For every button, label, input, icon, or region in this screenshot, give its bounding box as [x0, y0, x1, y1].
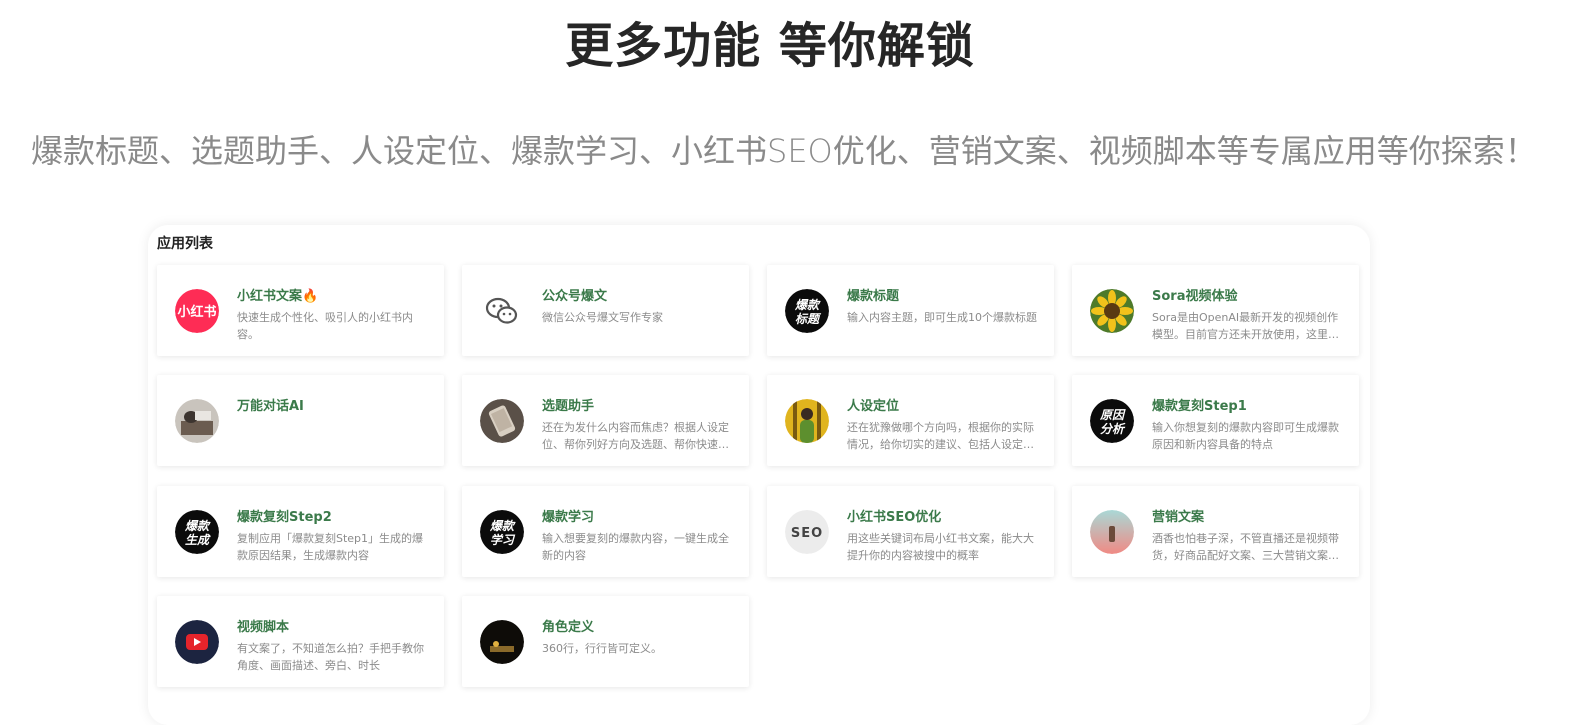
svg-text:学习: 学习	[490, 533, 516, 547]
page-title: 更多功能 等你解锁	[565, 18, 975, 74]
video-play-icon	[175, 620, 219, 664]
app-card-viral-title[interactable]: 爆款 标题 爆款标题 输入内容主题，即可生成10个爆款标题	[767, 265, 1054, 356]
xiaohongshu-logo-icon: 小红书	[175, 289, 219, 333]
app-title: 公众号爆文	[542, 289, 608, 304]
svg-text:爆款: 爆款	[489, 519, 516, 533]
app-title: 小红书文案🔥	[237, 289, 319, 304]
app-description: 输入你想复刻的爆款内容即可生成爆款原因和新内容具备的特点	[1152, 421, 1339, 451]
app-title: 爆款标题	[847, 289, 900, 304]
app-card-wechat-article[interactable]: 公众号爆文 微信公众号爆文写作专家	[462, 265, 749, 356]
app-description: 输入想要复刻的爆款内容，一键生成全新的内容	[542, 532, 729, 562]
app-title: 爆款学习	[542, 510, 595, 525]
app-card-viral-learning[interactable]: 爆款 学习 爆款学习 输入想要复刻的爆款内容，一键生成全新的内容	[462, 486, 749, 577]
app-description: 复制应用「爆款复刻Step1」生成的爆款原因结果，生成爆款内容	[237, 532, 424, 562]
role-photo-icon	[480, 620, 524, 664]
app-title: 爆款复刻Step2	[237, 510, 332, 525]
panel-title: 应用列表	[157, 236, 213, 252]
app-description: 酒香也怕巷子深，不管直播还是视频带货，好商品配好文案、三大营销文案模板	[1152, 532, 1339, 562]
app-description: 快速生成个性化、吸引人的小红书内容。	[237, 311, 413, 341]
app-title: 角色定义	[542, 620, 595, 635]
baokuan-xuexi-icon: 爆款 学习	[480, 510, 524, 554]
app-description: 输入内容主题，即可生成10个爆款标题	[847, 311, 1037, 324]
sunflower-icon	[1090, 289, 1134, 333]
svg-text:小红书: 小红书	[177, 304, 216, 320]
app-card-video-script[interactable]: 视频脚本 有文案了，不知道怎么拍？手把手教你角度、画面描述、旁白、时长	[157, 596, 444, 687]
baokuan-shengcheng-icon: 爆款 生成	[175, 510, 219, 554]
marketing-photo-icon	[1090, 510, 1134, 554]
app-description: Sora是由OpenAI最新开发的视频创作模型。目前官方还未开放使用，这里可以体…	[1152, 311, 1339, 341]
app-card-persona[interactable]: 人设定位 还在犹豫做哪个方向吗，根据你的实际情况，给你切实的建议、包括人设定位方…	[767, 375, 1054, 466]
wechat-icon	[480, 289, 524, 333]
app-card-sora-video[interactable]: Sora视频体验 Sora是由OpenAI最新开发的视频创作模型。目前官方还未开…	[1072, 265, 1359, 356]
svg-text:爆款: 爆款	[184, 519, 211, 533]
app-description: 还在犹豫做哪个方向吗，根据你的实际情况，给你切实的建议、包括人设定位方向	[847, 421, 1034, 451]
app-card-role-definition[interactable]: 角色定义 360行，行行皆可定义。	[462, 596, 749, 687]
app-title: 小红书SEO优化	[847, 510, 942, 525]
seo-icon: SEO	[785, 510, 829, 554]
app-description: 微信公众号爆文写作专家	[542, 311, 663, 324]
app-card-replicate-step1[interactable]: 原因 分析 爆款复刻Step1 输入你想复刻的爆款内容即可生成爆款原因和新内容具…	[1072, 375, 1359, 466]
app-list-panel: 应用列表 小红书 小红书文案🔥 快速生成个性化、吸引人的小红书内容。 公众号爆文…	[148, 225, 1370, 725]
page-subtitle: 爆款标题、选题助手、人设定位、爆款学习、小红书SEO优化、营销文案、视频脚本等专…	[31, 132, 1537, 170]
svg-text:分析: 分析	[1100, 422, 1126, 436]
app-card-topic-assistant[interactable]: 选题助手 还在为发什么内容而焦虑？根据人设定位、帮你列好方向及选题、帮你快速起号	[462, 375, 749, 466]
app-title: Sora视频体验	[1152, 289, 1238, 304]
app-title: 视频脚本	[237, 620, 290, 635]
app-card-xiaohongshu-copy[interactable]: 小红书 小红书文案🔥 快速生成个性化、吸引人的小红书内容。	[157, 265, 444, 356]
app-title: 爆款复刻Step1	[1152, 399, 1247, 414]
app-card-marketing-copy[interactable]: 营销文案 酒香也怕巷子深，不管直播还是视频带货，好商品配好文案、三大营销文案模板	[1072, 486, 1359, 577]
app-title: 人设定位	[847, 399, 900, 414]
app-title: 万能对话AI	[237, 399, 304, 414]
app-title: 选题助手	[542, 399, 595, 414]
baokuan-biaoti-icon: 爆款 标题	[785, 289, 829, 333]
app-description: 360行，行行皆可定义。	[542, 642, 662, 655]
chat-ai-photo-icon	[175, 399, 219, 443]
svg-text:SEO: SEO	[791, 526, 823, 541]
svg-text:原因: 原因	[1099, 408, 1126, 422]
app-card-xhs-seo[interactable]: SEO 小红书SEO优化 用这些关键词布局小红书文案，能大大提升你的内容被搜中的…	[767, 486, 1054, 577]
svg-text:爆款: 爆款	[794, 298, 821, 312]
person-photo-icon	[785, 399, 829, 443]
app-title: 营销文案	[1152, 510, 1205, 525]
phone-photo-icon	[480, 399, 524, 443]
app-card-replicate-step2[interactable]: 爆款 生成 爆款复刻Step2 复制应用「爆款复刻Step1」生成的爆款原因结果…	[157, 486, 444, 577]
app-description: 还在为发什么内容而焦虑？根据人设定位、帮你列好方向及选题、帮你快速起号	[542, 421, 729, 451]
app-description: 用这些关键词布局小红书文案，能大大提升你的内容被搜中的概率	[847, 532, 1034, 562]
yuanyin-fenxi-icon: 原因 分析	[1090, 399, 1134, 443]
svg-text:标题: 标题	[795, 312, 822, 326]
app-card-chat-ai[interactable]: 万能对话AI	[157, 375, 444, 466]
svg-text:生成: 生成	[185, 533, 211, 547]
app-description: 有文案了，不知道怎么拍？手把手教你角度、画面描述、旁白、时长	[237, 642, 424, 672]
